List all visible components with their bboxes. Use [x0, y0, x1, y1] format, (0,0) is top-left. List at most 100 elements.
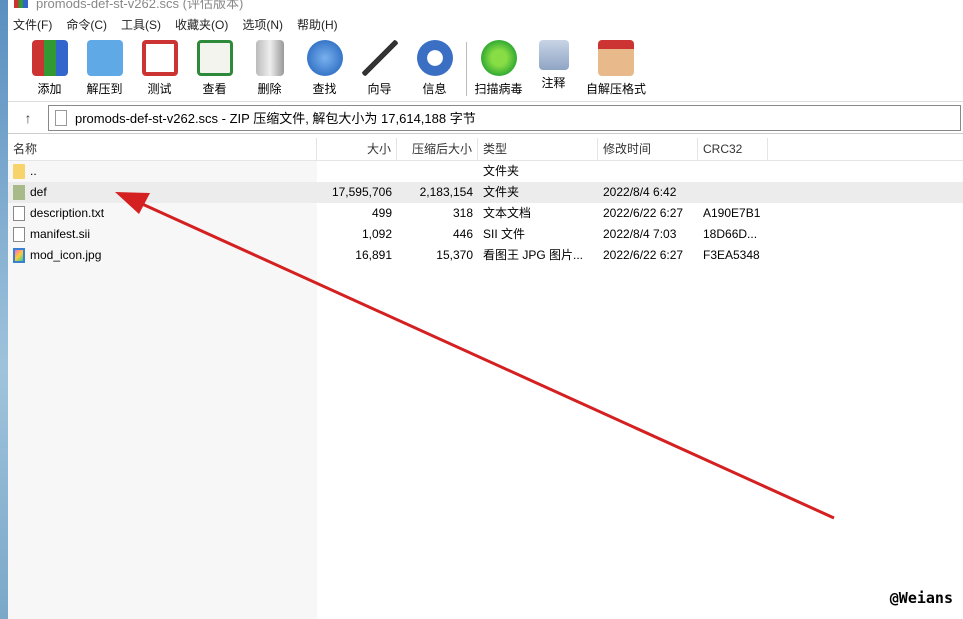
file-icon — [13, 227, 25, 242]
trash-icon — [255, 40, 284, 76]
book-icon — [196, 40, 233, 76]
menu-bar: 文件(F) 命令(C) 工具(S) 收藏夹(O) 选项(N) 帮助(H) — [8, 12, 963, 36]
cell-crc — [698, 182, 768, 203]
menu-options[interactable]: 选项(N) — [242, 16, 283, 33]
sfx-button[interactable]: 自解压格式 — [581, 40, 651, 97]
desktop-edge — [0, 0, 8, 619]
file-icon — [55, 109, 67, 126]
column-type[interactable]: 类型 — [478, 138, 598, 160]
test-label: 测试 — [147, 82, 172, 96]
menu-tools[interactable]: 工具(S) — [121, 16, 161, 33]
winrar-app-icon — [14, 0, 28, 8]
file-list: 名称 大小 压缩后大小 类型 修改时间 CRC32 .. 文件夹 def 17,… — [8, 138, 963, 619]
folder-extract-icon — [86, 40, 123, 76]
info-button[interactable]: 信息 — [407, 40, 462, 97]
cell-crc: 18D66D... — [703, 227, 758, 241]
delete-button[interactable]: 删除 — [242, 40, 297, 97]
cell-packed: 446 — [452, 227, 473, 241]
folder-icon — [13, 185, 25, 200]
view-button[interactable]: 查看 — [187, 40, 242, 97]
add-button[interactable]: 添加 — [22, 40, 77, 97]
column-modified[interactable]: 修改时间 — [598, 138, 698, 160]
column-crc[interactable]: CRC32 — [698, 138, 768, 160]
image-file-icon — [13, 248, 25, 263]
cell-type: 文件夹 — [483, 164, 520, 178]
view-label: 查看 — [202, 82, 227, 96]
cell-packed: 15,370 — [436, 248, 473, 262]
sfx-label: 自解压格式 — [585, 82, 646, 96]
cell-modified: 2022/8/4 6:42 — [603, 185, 677, 199]
cell-modified: 2022/6/22 6:27 — [603, 206, 684, 220]
cell-type: 看图王 JPG 图片... — [483, 248, 584, 262]
title-bar: promods-def-st-v262.scs (评估版本) — [8, 0, 963, 12]
cell-name: description.txt — [8, 203, 317, 224]
find-label: 查找 — [312, 82, 337, 96]
cell-size: 16,891 — [355, 248, 392, 262]
column-name[interactable]: 名称 — [8, 138, 317, 160]
cell-size: 499 — [371, 206, 392, 220]
column-size[interactable]: 大小 — [317, 138, 397, 160]
watermark: @Weians — [889, 589, 953, 607]
magic-wand-icon — [361, 40, 398, 76]
cell-packed: 2,183,154 — [419, 185, 473, 199]
text-file-icon — [13, 206, 25, 221]
virus-scan-button[interactable]: 扫描病毒 — [471, 40, 526, 97]
cell-modified: 2022/6/22 6:27 — [603, 248, 684, 262]
cell-modified: 2022/8/4 7:03 — [603, 227, 677, 241]
add-archive-icon — [31, 40, 68, 76]
cell-modified — [598, 161, 698, 182]
cell-name: def — [8, 182, 317, 203]
cell-crc: A190E7B1 — [703, 206, 761, 220]
file-row[interactable]: def 17,595,706 2,183,154 文件夹 2022/8/4 6:… — [8, 182, 963, 203]
cell-name: mod_icon.jpg — [8, 245, 317, 266]
column-packed[interactable]: 压缩后大小 — [397, 138, 478, 160]
comment-button[interactable]: 注释 — [526, 40, 581, 91]
file-name: manifest.sii — [30, 227, 91, 241]
extract-to-button[interactable]: 解压到 — [77, 40, 132, 97]
info-label: 信息 — [422, 82, 447, 96]
menu-file[interactable]: 文件(F) — [13, 16, 52, 33]
toolbar: 添加 解压到 测试 查看 删除 查找 向导 信息 扫描病毒 注释 自解压格式 — [8, 36, 963, 102]
virus-scan-label: 扫描病毒 — [474, 82, 523, 96]
file-name: mod_icon.jpg — [30, 248, 102, 262]
cell-packed: 318 — [452, 206, 473, 220]
file-row[interactable]: .. 文件夹 — [8, 161, 963, 182]
winrar-window: promods-def-st-v262.scs (评估版本) 文件(F) 命令(… — [8, 0, 963, 619]
address-field[interactable]: promods-def-st-v262.scs - ZIP 压缩文件, 解包大小… — [48, 104, 961, 131]
magnifier-icon — [306, 40, 343, 76]
address-bar: ↑ promods-def-st-v262.scs - ZIP 压缩文件, 解包… — [8, 102, 963, 134]
file-row[interactable]: manifest.sii 1,092 446 SII 文件 2022/8/4 7… — [8, 224, 963, 245]
info-icon — [416, 40, 453, 76]
toolbar-separator — [466, 42, 467, 96]
folder-icon — [13, 164, 25, 179]
comment-label: 注释 — [541, 76, 566, 90]
virus-scan-icon — [480, 40, 517, 76]
cell-packed — [397, 161, 478, 182]
cell-name: manifest.sii — [8, 224, 317, 245]
file-row[interactable]: description.txt 499 318 文本文档 2022/6/22 6… — [8, 203, 963, 224]
list-header: 名称 大小 压缩后大小 类型 修改时间 CRC32 — [8, 138, 963, 161]
extract-label: 解压到 — [86, 82, 123, 96]
cell-crc: F3EA5348 — [703, 248, 760, 262]
test-button[interactable]: 测试 — [132, 40, 187, 97]
cell-type: 文件夹 — [483, 185, 520, 199]
menu-help[interactable]: 帮助(H) — [297, 16, 338, 33]
file-row[interactable]: mod_icon.jpg 16,891 15,370 看图王 JPG 图片...… — [8, 245, 963, 266]
wizard-label: 向导 — [367, 82, 392, 96]
clipboard-check-icon — [141, 40, 178, 76]
delete-label: 删除 — [257, 82, 282, 96]
cell-type: SII 文件 — [483, 227, 526, 241]
menu-commands[interactable]: 命令(C) — [66, 16, 107, 33]
window-title: promods-def-st-v262.scs (评估版本) — [36, 0, 244, 11]
find-button[interactable]: 查找 — [297, 40, 352, 97]
file-name: .. — [30, 164, 37, 178]
menu-favorites[interactable]: 收藏夹(O) — [175, 16, 228, 33]
cell-size: 1,092 — [361, 227, 392, 241]
cell-type: 文本文档 — [483, 206, 532, 220]
cell-size — [317, 161, 397, 182]
up-arrow-icon[interactable]: ↑ — [8, 110, 48, 126]
add-label: 添加 — [37, 82, 62, 96]
comment-icon — [538, 40, 569, 70]
wizard-button[interactable]: 向导 — [352, 40, 407, 97]
file-name: def — [30, 185, 47, 199]
